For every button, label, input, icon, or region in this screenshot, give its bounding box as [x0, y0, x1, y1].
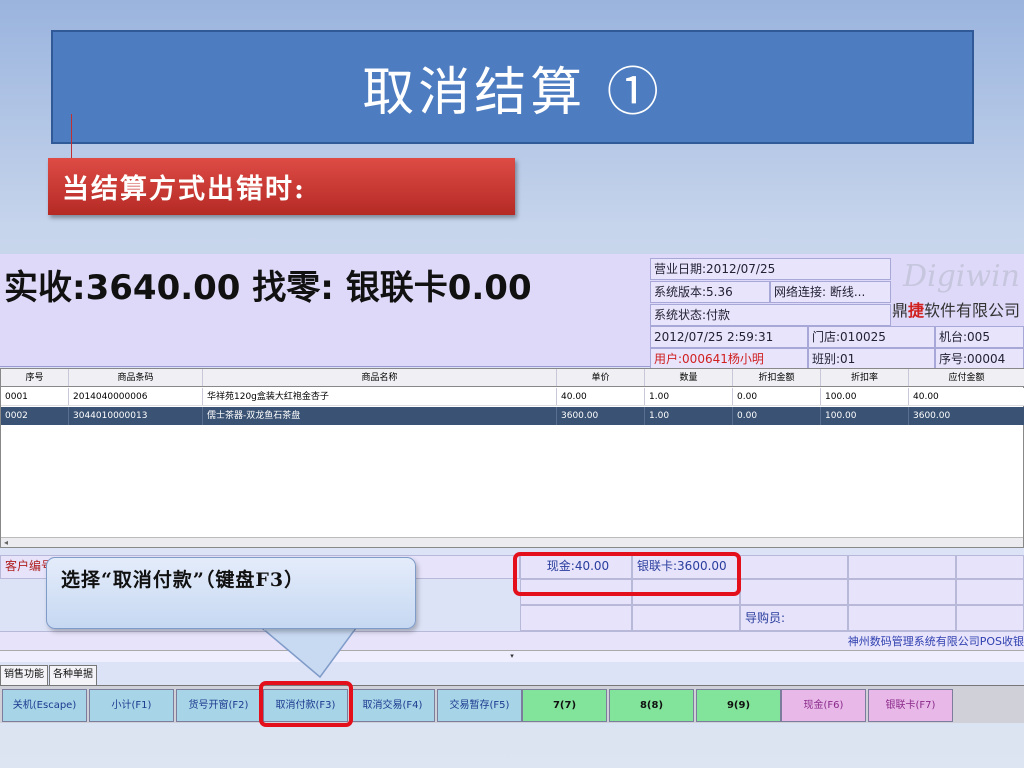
- pos-header: 实收:3640.00 找零: 银联卡0.00 营业日期:2012/07/25 系…: [0, 254, 1024, 370]
- cell-product-name: 华祥苑120g盒装大红袍金杏子: [203, 388, 557, 405]
- panel-expander[interactable]: ▾: [0, 650, 1024, 662]
- shutdown-button[interactable]: 关机(Escape): [2, 689, 87, 722]
- store-number: 门店:010025: [808, 326, 935, 348]
- tab-documents[interactable]: 各种单据: [49, 665, 97, 685]
- cell-amount-due: 40.00: [909, 388, 1024, 405]
- cell-product-name: 儒士茶器-双龙鱼石茶盘: [203, 407, 557, 425]
- instruction-callout: 选择“取消付款”（键盘F3）: [46, 557, 416, 629]
- cell-quantity: 1.00: [645, 388, 733, 405]
- payment-slot: [740, 579, 848, 605]
- suspend-transaction-button[interactable]: 交易暂存(F5): [437, 689, 522, 722]
- payment-slot: [632, 605, 740, 631]
- cancel-transaction-button[interactable]: 取消交易(F4): [350, 689, 435, 722]
- cell-quantity: 1.00: [645, 407, 733, 425]
- callout-text: 选择“取消付款”（键盘F3）: [61, 569, 305, 591]
- cell-price: 40.00: [557, 388, 645, 405]
- subtotal-button[interactable]: 小计(F1): [89, 689, 174, 722]
- cell-price: 3600.00: [557, 407, 645, 425]
- callout-pointer: [260, 627, 358, 679]
- column-header[interactable]: 商品名称: [203, 369, 557, 386]
- network-status: 网络连接: 断线...: [770, 281, 891, 303]
- slide-title-box: 取消结算 ①: [51, 30, 974, 144]
- table-row[interactable]: 0001 2014040000006 华祥苑120g盒装大红袍金杏子 40.00…: [1, 388, 1024, 406]
- column-header[interactable]: 数量: [645, 369, 733, 386]
- shift-number: 班别:01: [808, 348, 935, 370]
- slide-subtitle-box: 当结算方式出错时:: [48, 158, 515, 215]
- salesperson-field[interactable]: [848, 605, 956, 631]
- cell-discount-rate: 100.00: [821, 388, 909, 405]
- logo-company-name: 鼎捷软件有限公司: [892, 301, 1021, 320]
- company-banner: 神州数码管理系统有限公司POS收银: [0, 631, 1024, 650]
- slide-subtitle: 当结算方式出错时:: [62, 174, 306, 205]
- tab-sales-functions[interactable]: 销售功能: [0, 665, 48, 685]
- payment-slot: [740, 555, 848, 579]
- pos-window: 实收:3640.00 找零: 银联卡0.00 营业日期:2012/07/25 系…: [0, 254, 1024, 723]
- cancel-payment-highlight-box: [259, 681, 353, 727]
- unionpay-button[interactable]: 银联卡(F7): [868, 689, 953, 722]
- cell-seq: 0002: [1, 407, 69, 425]
- received-change-display: 实收:3640.00 找零: 银联卡0.00: [4, 268, 532, 308]
- key-8-button[interactable]: 8(8): [609, 689, 694, 722]
- payment-highlight-box: [513, 552, 741, 596]
- system-status: 系统状态:付款: [650, 304, 891, 326]
- column-header[interactable]: 应付金额: [909, 369, 1024, 386]
- current-user: 用户:000641杨小明: [650, 348, 808, 370]
- payment-slot: [956, 579, 1024, 605]
- current-datetime: 2012/07/25 2:59:31: [650, 326, 808, 348]
- table-row-selected[interactable]: 0002 3044010000013 儒士茶器-双龙鱼石茶盘 3600.00 1…: [1, 407, 1024, 425]
- column-header[interactable]: 折扣金额: [733, 369, 821, 386]
- grid-header-row: 序号 商品条码 商品名称 单价 数量 折扣金额 折扣率 应付金额: [1, 369, 1024, 387]
- cash-button[interactable]: 现金(F6): [781, 689, 866, 722]
- sequence-number: 序号:00004: [935, 348, 1024, 370]
- cell-amount-due: 3600.00: [909, 407, 1024, 425]
- cell-barcode: 2014040000006: [69, 388, 203, 405]
- slide-title: 取消结算 ①: [362, 62, 663, 123]
- function-tabs: 销售功能 各种单据: [0, 665, 98, 685]
- column-header[interactable]: 序号: [1, 369, 69, 386]
- key-9-button[interactable]: 9(9): [696, 689, 781, 722]
- title-connector-line: [71, 114, 72, 158]
- function-button-bar: 关机(Escape) 小计(F1) 货号开窗(F2) 取消付款(F3) 取消交易…: [0, 685, 1024, 723]
- salesperson-label: 导购员:: [740, 605, 848, 631]
- machine-number: 机台:005: [935, 326, 1024, 348]
- logo-script: Digiwin: [902, 259, 1020, 294]
- payment-slot: [520, 605, 632, 631]
- cell-barcode: 3044010000013: [69, 407, 203, 425]
- horizontal-scrollbar[interactable]: ◂: [1, 537, 1023, 547]
- product-grid[interactable]: 序号 商品条码 商品名称 单价 数量 折扣金额 折扣率 应付金额 0001 20…: [0, 368, 1024, 548]
- payment-slot: [956, 555, 1024, 579]
- business-date: 营业日期:2012/07/25: [650, 258, 891, 280]
- cell-seq: 0001: [1, 388, 69, 405]
- cell-discount-rate: 100.00: [821, 407, 909, 425]
- cell-discount-amount: 0.00: [733, 388, 821, 405]
- cell-discount-amount: 0.00: [733, 407, 821, 425]
- digiwin-logo: Digiwin 鼎捷软件有限公司: [892, 259, 1024, 320]
- payment-slot: [848, 555, 956, 579]
- column-header[interactable]: 折扣率: [821, 369, 909, 386]
- system-version: 系统版本:5.36: [650, 281, 770, 303]
- payment-slot: [956, 605, 1024, 631]
- column-header[interactable]: 单价: [557, 369, 645, 386]
- payment-slot: [848, 579, 956, 605]
- item-window-button[interactable]: 货号开窗(F2): [176, 689, 261, 722]
- column-header[interactable]: 商品条码: [69, 369, 203, 386]
- key-7-button[interactable]: 7(7): [522, 689, 607, 722]
